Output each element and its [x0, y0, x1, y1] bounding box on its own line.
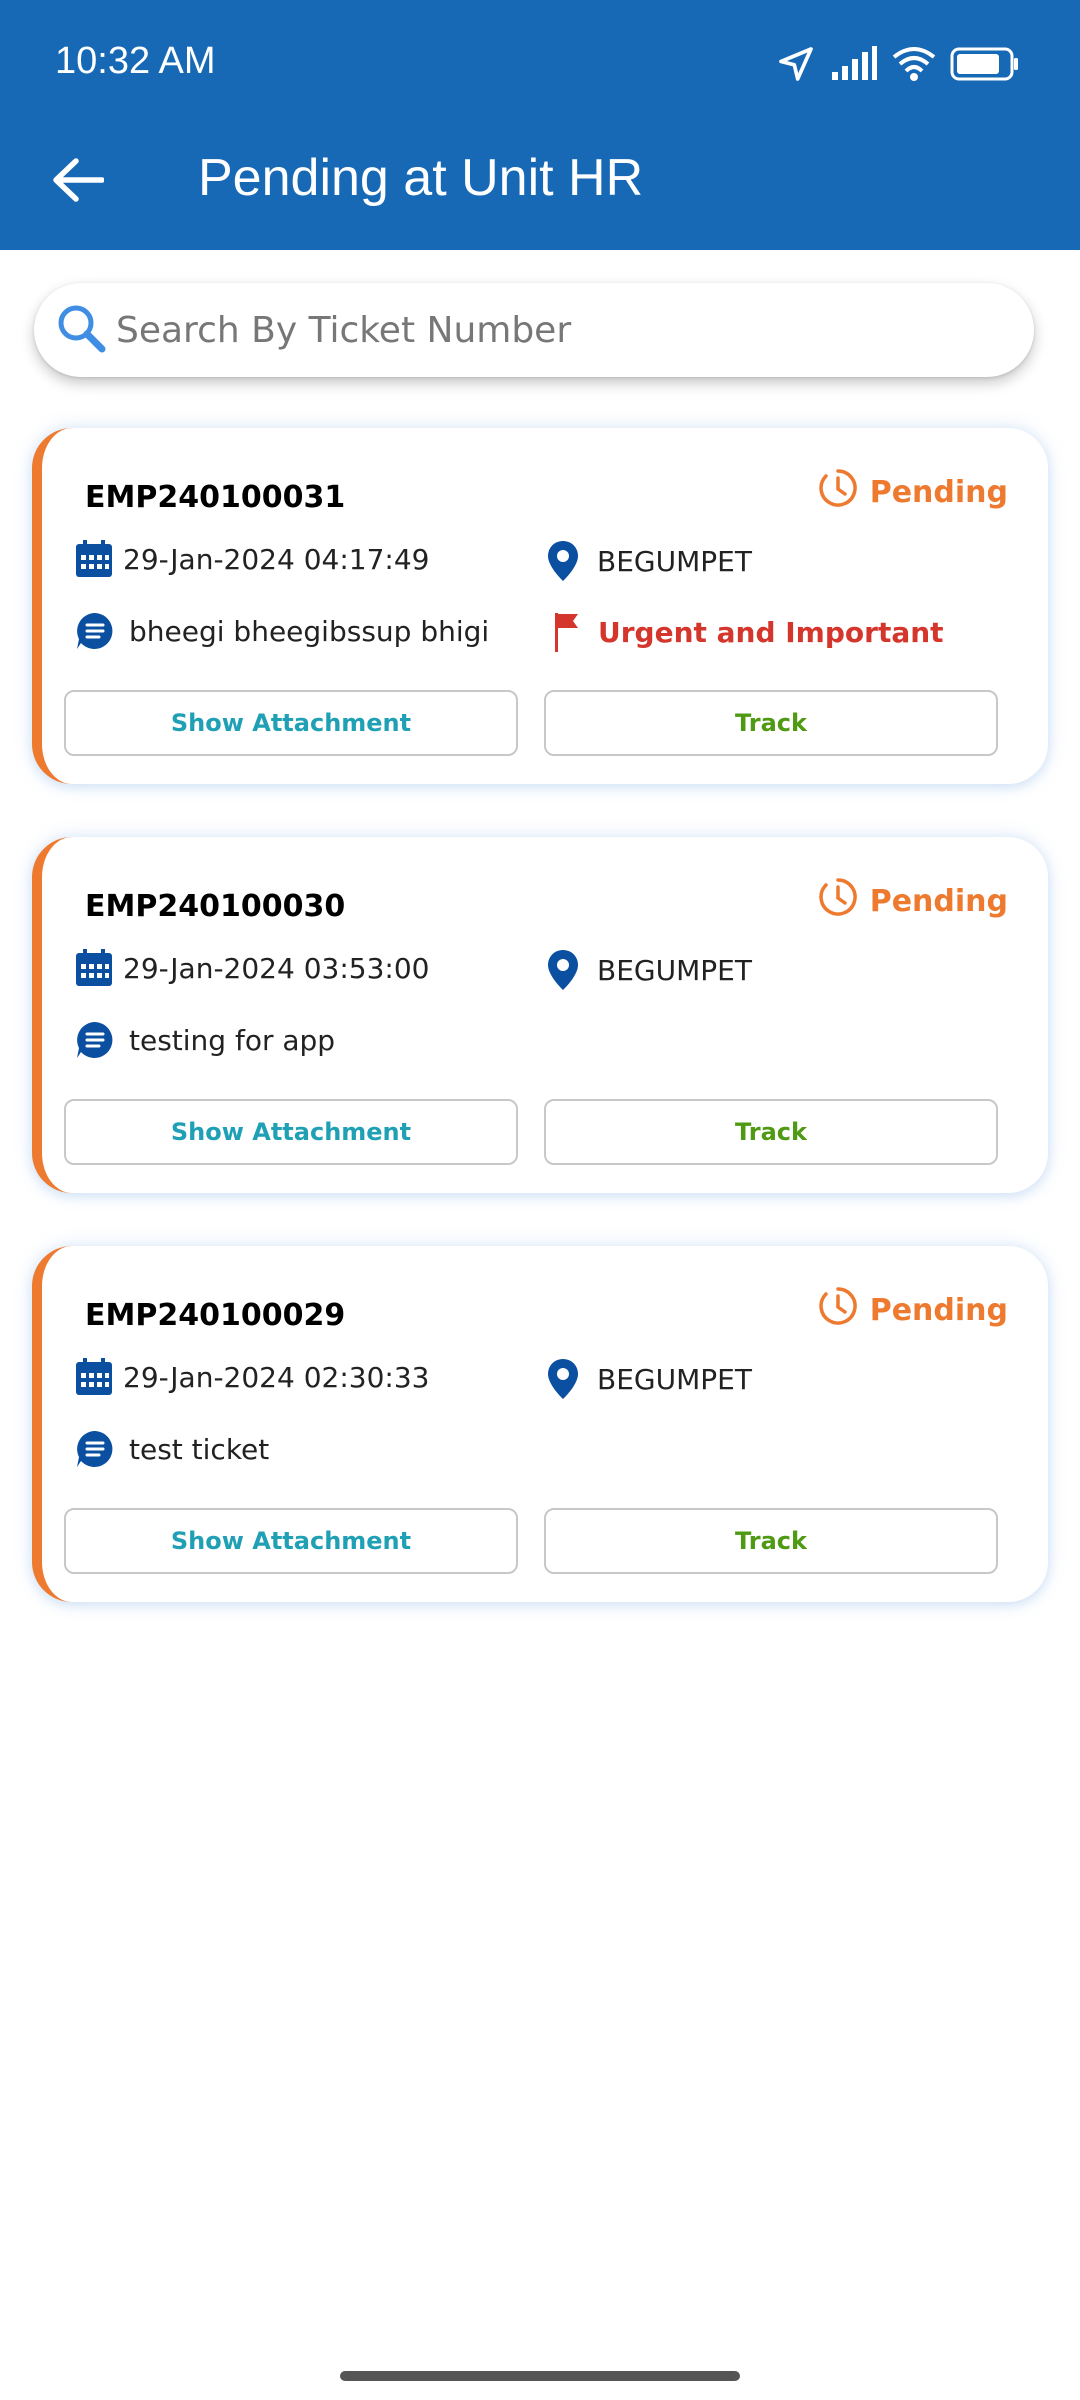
ticket-location: BEGUMPET	[597, 953, 752, 987]
status-text: Pending	[869, 883, 1008, 919]
clock-icon	[818, 468, 858, 516]
calendar-icon	[75, 949, 113, 987]
show-attachment-button[interactable]: Show Attachment	[64, 690, 518, 756]
priority-row: Urgent and Important	[552, 611, 944, 653]
message-icon	[75, 1429, 115, 1469]
status-bar: 10:32 AM	[0, 0, 1080, 126]
description-row: test ticket	[75, 1429, 269, 1469]
search-icon	[34, 301, 108, 359]
status-badge: Pending	[818, 468, 1008, 516]
status-time: 10:32 AM	[55, 40, 216, 82]
ticket-datetime: 29-Jan-2024 03:53:00	[123, 951, 430, 985]
home-indicator[interactable]	[340, 2371, 740, 2381]
search-input[interactable]	[108, 290, 1034, 370]
flag-icon	[552, 611, 582, 653]
ticket-location: BEGUMPET	[597, 544, 752, 578]
clock-icon	[818, 877, 858, 925]
calendar-icon	[75, 1358, 113, 1396]
toolbar: Pending at Unit HR	[0, 126, 1080, 250]
clock-icon	[818, 1286, 858, 1334]
location-arrow-icon	[776, 44, 816, 84]
ticket-id: EMP240100029	[85, 1298, 346, 1333]
location-pin-icon	[547, 1358, 579, 1400]
location-pin-icon	[547, 540, 579, 582]
ticket-card[interactable]: EMP240100030 Pending 29-Jan-2024 03:53:0…	[32, 837, 1048, 1193]
date-row: 29-Jan-2024 02:30:33	[75, 1358, 429, 1396]
ticket-datetime: 29-Jan-2024 02:30:33	[123, 1360, 430, 1394]
ticket-card[interactable]: EMP240100029 Pending 29-Jan-2024 02:30:3…	[32, 1246, 1048, 1602]
search-box[interactable]	[34, 283, 1034, 377]
description-row: testing for app	[75, 1020, 335, 1060]
ticket-datetime: 29-Jan-2024 04:17:49	[123, 542, 430, 576]
ticket-description: bheegi bheegibssup bhigi	[129, 614, 490, 648]
show-attachment-button[interactable]: Show Attachment	[64, 1508, 518, 1574]
ticket-location: BEGUMPET	[597, 1362, 752, 1396]
calendar-icon	[75, 540, 113, 578]
status-icons	[776, 42, 1020, 86]
description-row: bheegi bheegibssup bhigi	[75, 611, 489, 651]
ticket-id: EMP240100030	[85, 889, 346, 924]
message-icon	[75, 611, 115, 651]
wifi-icon	[892, 45, 936, 83]
ticket-description: testing for app	[129, 1023, 336, 1057]
track-button[interactable]: Track	[544, 1099, 998, 1165]
status-text: Pending	[869, 1292, 1008, 1328]
status-badge: Pending	[818, 1286, 1008, 1334]
priority-text: Urgent and Important	[598, 615, 944, 649]
show-attachment-button[interactable]: Show Attachment	[64, 1099, 518, 1165]
app-header: 10:32 AM Pending at Unit HR	[0, 0, 1080, 250]
ticket-id: EMP240100031	[85, 480, 346, 515]
status-text: Pending	[869, 474, 1008, 510]
battery-icon	[950, 47, 1020, 81]
signal-icon	[830, 46, 878, 82]
location-row: BEGUMPET	[547, 1358, 752, 1400]
location-row: BEGUMPET	[547, 540, 752, 582]
track-button[interactable]: Track	[544, 690, 998, 756]
location-row: BEGUMPET	[547, 949, 752, 991]
date-row: 29-Jan-2024 03:53:00	[75, 949, 429, 987]
date-row: 29-Jan-2024 04:17:49	[75, 540, 429, 578]
back-arrow-icon	[52, 157, 105, 207]
page-title: Pending at Unit HR	[198, 149, 644, 207]
location-pin-icon	[547, 949, 579, 991]
track-button[interactable]: Track	[544, 1508, 998, 1574]
message-icon	[75, 1020, 115, 1060]
status-badge: Pending	[818, 877, 1008, 925]
ticket-description: test ticket	[129, 1432, 270, 1466]
back-button[interactable]	[40, 144, 116, 220]
ticket-card[interactable]: EMP240100031 Pending 29-Jan-2024 04:17:4…	[32, 428, 1048, 784]
